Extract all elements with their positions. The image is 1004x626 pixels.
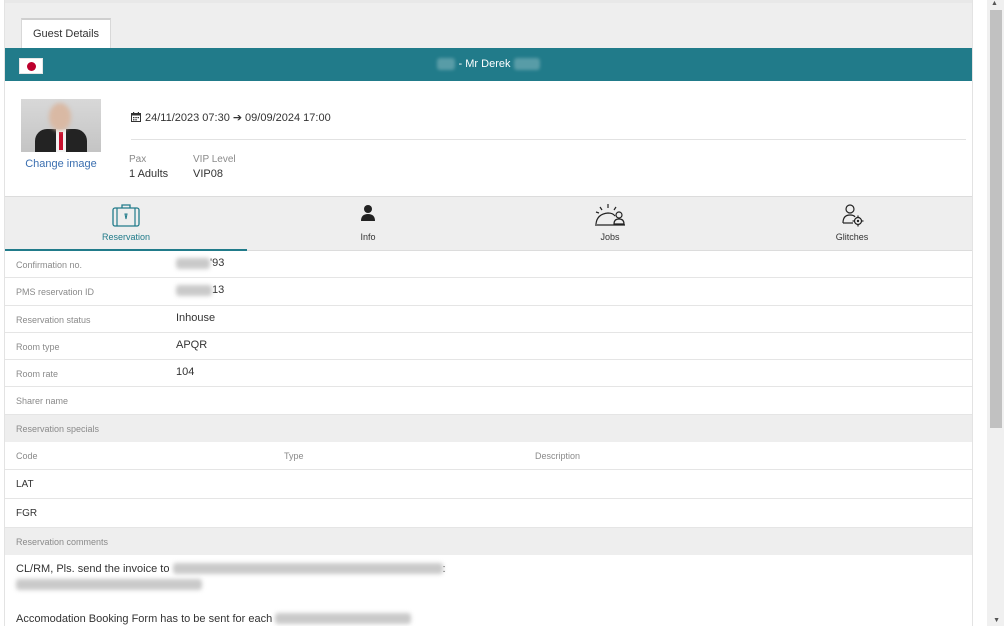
nav-jobs[interactable]: Jobs xyxy=(489,197,731,251)
scroll-down-arrow-icon[interactable]: ▼ xyxy=(993,617,1000,624)
redacted-text xyxy=(275,613,412,625)
detail-row: Confirmation no. '93 xyxy=(5,251,972,279)
change-image-link[interactable]: Change image xyxy=(21,158,101,170)
detail-row: Sharer name xyxy=(5,387,972,415)
avatar[interactable] xyxy=(21,99,101,152)
table-row: LAT xyxy=(5,470,972,499)
scroll-up-arrow-icon[interactable]: ▲ xyxy=(991,0,1000,7)
detail-row: Room rate 104 xyxy=(5,360,972,388)
calendar-icon xyxy=(131,112,141,122)
arrow-right-icon: ➔ xyxy=(232,112,243,124)
arrival-date: 24/11/2023 07:30 xyxy=(145,112,230,124)
detail-row: PMS reservation ID 13 xyxy=(5,278,972,306)
redacted-text xyxy=(176,284,212,296)
guest-name-text: Mr Derek xyxy=(465,58,511,70)
comment-line: CL/RM, Pls. send the invoice to : xyxy=(16,562,446,575)
redacted-text xyxy=(513,58,540,71)
redacted-text xyxy=(176,257,210,269)
room-type: APQR xyxy=(176,338,208,351)
tab-guest-details[interactable]: Guest Details xyxy=(21,18,112,48)
redacted-text xyxy=(16,579,202,591)
person-gear-icon xyxy=(842,204,864,227)
nav-info[interactable]: Info xyxy=(247,197,489,251)
redacted-text xyxy=(172,563,443,575)
scrollbar-thumb[interactable] xyxy=(990,10,1002,428)
pax-field: Pax 1 Adults xyxy=(129,154,169,180)
reservation-details: Confirmation no. '93 PMS reservation ID … xyxy=(5,251,972,415)
section-nav: Reservation Info Jobs Glitches xyxy=(5,197,972,251)
person-icon xyxy=(361,205,375,221)
vip-level-field: VIP Level VIP08 xyxy=(193,154,236,180)
guest-name: - Mr Derek xyxy=(5,48,972,81)
confirmation-number: '93 xyxy=(210,257,225,269)
reservation-specials-header: Reservation specials xyxy=(5,414,972,442)
guest-details-panel: Guest Details - Mr Derek Change image 24… xyxy=(4,0,973,626)
special-code: LAT xyxy=(16,478,34,490)
nav-reservation[interactable]: Reservation xyxy=(5,197,247,251)
departure-date: 09/09/2024 17:00 xyxy=(245,112,331,124)
table-row: FGR xyxy=(5,499,972,528)
suitcase-icon xyxy=(112,204,140,227)
tab-bar: Guest Details xyxy=(5,0,972,48)
detail-row: Reservation status Inhouse xyxy=(5,306,972,333)
guest-header-bar: - Mr Derek xyxy=(5,48,972,81)
column-header-type: Type xyxy=(284,450,304,461)
stay-dates: 24/11/2023 07:30 ➔ 09/09/2024 17:00 xyxy=(131,111,331,124)
vertical-scrollbar[interactable]: ▲ ▼ xyxy=(987,0,1004,626)
comment-line xyxy=(16,579,202,591)
reservation-status: Inhouse xyxy=(176,311,216,324)
specials-table-header: Code Type Description xyxy=(5,442,972,470)
special-code: FGR xyxy=(16,507,38,519)
column-header-description: Description xyxy=(535,450,581,461)
redacted-text xyxy=(437,58,456,71)
detail-row: Room type APQR xyxy=(5,333,972,361)
room-rate: 104 xyxy=(176,366,195,379)
pms-reservation-id: 13 xyxy=(212,284,225,297)
column-header-code: Code xyxy=(16,450,38,461)
nav-glitches[interactable]: Glitches xyxy=(731,197,973,251)
sunrise-person-icon xyxy=(595,204,625,226)
reservation-comments: CL/RM, Pls. send the invoice to : Accomo… xyxy=(5,555,972,626)
profile-section: Change image 24/11/2023 07:30 ➔ 09/09/2024… xyxy=(5,81,972,197)
comment-line: Accomodation Booking Form has to be sent… xyxy=(16,613,412,625)
reservation-comments-header: Reservation comments xyxy=(5,527,972,555)
